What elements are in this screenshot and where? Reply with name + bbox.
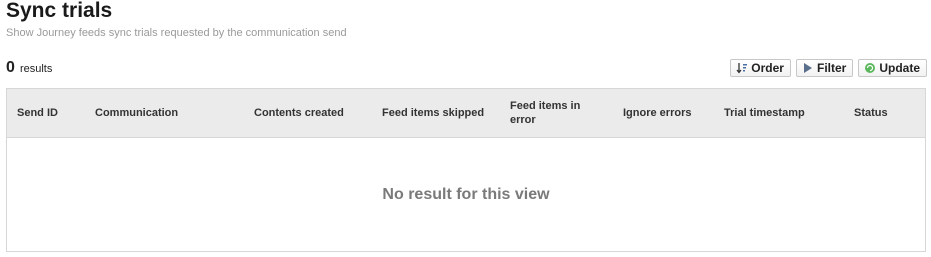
refresh-icon [864, 62, 876, 74]
column-feed-items-in-error[interactable]: Feed items in error [510, 89, 600, 137]
sync-trials-page: Sync trials Show Journey feeds sync tria… [0, 0, 931, 257]
order-label: Order [751, 61, 784, 75]
update-button[interactable]: Update [858, 59, 927, 77]
filter-icon [802, 62, 814, 74]
filter-label: Filter [816, 61, 847, 75]
column-contents-created[interactable]: Contents created [254, 89, 344, 137]
table-header: Send ID Communication Contents created F… [7, 89, 925, 138]
column-communication[interactable]: Communication [95, 89, 178, 137]
empty-message: No result for this view [382, 185, 550, 203]
column-ignore-errors[interactable]: Ignore errors [623, 89, 691, 137]
results-count: 0 results [6, 59, 52, 78]
filter-button[interactable]: Filter [795, 59, 854, 77]
results-table: Send ID Communication Contents created F… [6, 88, 926, 252]
order-button[interactable]: Order [730, 59, 791, 77]
page-subtitle: Show Journey feeds sync trials requested… [6, 27, 347, 39]
column-send-id[interactable]: Send ID [17, 89, 58, 137]
column-status[interactable]: Status [854, 89, 888, 137]
page-title: Sync trials [6, 0, 113, 22]
results-number: 0 [6, 59, 15, 76]
column-feed-items-skipped[interactable]: Feed items skipped [382, 89, 484, 137]
column-trial-timestamp[interactable]: Trial timestamp [724, 89, 805, 137]
results-label: results [19, 63, 53, 75]
toolbar: Order Filter Update [730, 59, 927, 77]
sort-icon [736, 62, 748, 74]
update-label: Update [879, 61, 920, 75]
